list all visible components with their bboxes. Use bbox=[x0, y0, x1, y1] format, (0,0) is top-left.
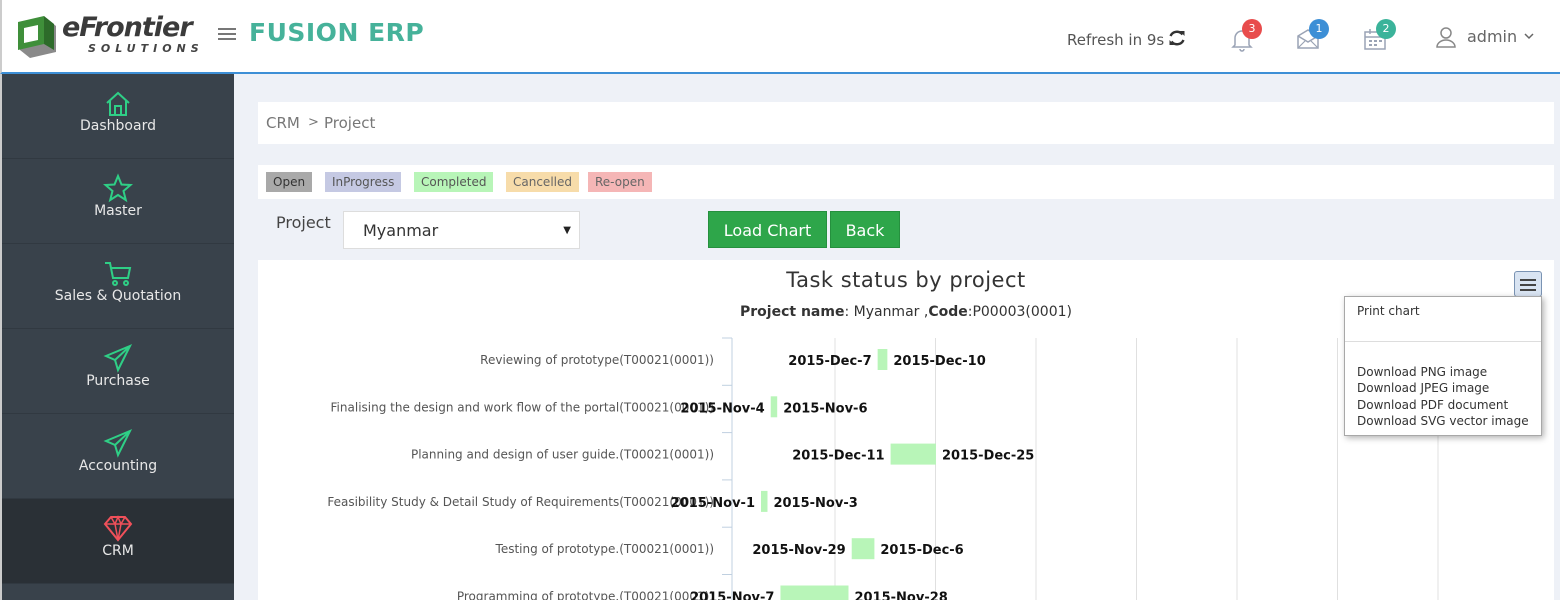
sidebar-item-label: Master bbox=[94, 203, 142, 219]
paper-plane-icon bbox=[103, 344, 133, 373]
load-chart-button[interactable]: Load Chart bbox=[708, 211, 827, 248]
sidebar: Dashboard Master Sales & Quotation Purch… bbox=[0, 74, 234, 600]
gantt-bar bbox=[761, 490, 768, 512]
task-badge: 2 bbox=[1376, 19, 1396, 39]
refresh-countdown: Refresh in 9s bbox=[1067, 31, 1165, 49]
breadcrumb: CRM > Project bbox=[258, 102, 1554, 144]
gantt-bar bbox=[851, 538, 875, 560]
sidebar-item-purchase[interactable]: Purchase bbox=[2, 329, 234, 414]
gantt-bar bbox=[770, 396, 778, 418]
sidebar-item-sales[interactable]: Sales & Quotation bbox=[2, 244, 234, 329]
end-date-label: 2015-Nov-28 bbox=[854, 591, 947, 600]
cart-icon bbox=[105, 262, 132, 286]
breadcrumb-project: Project bbox=[324, 114, 376, 132]
diamond-icon bbox=[103, 515, 133, 542]
caret-down-icon: ▼ bbox=[563, 225, 571, 236]
task-label: Feasibility Study & Detail Study of Requ… bbox=[327, 495, 714, 509]
start-date-label: 2015-Nov-29 bbox=[752, 543, 845, 558]
logo-subtext: SOLUTIONS bbox=[88, 42, 204, 55]
sidebar-item-label: CRM bbox=[102, 543, 134, 559]
sidebar-item-master[interactable]: Master bbox=[2, 159, 234, 244]
legend-completed: Completed bbox=[414, 172, 494, 192]
user-icon[interactable] bbox=[1435, 26, 1457, 48]
end-date-label: 2015-Dec-10 bbox=[893, 354, 985, 369]
download-pdf-item[interactable]: Download PDF document bbox=[1357, 398, 1508, 412]
start-date-label: 2015-Nov-1 bbox=[671, 496, 755, 511]
legend-cancelled: Cancelled bbox=[506, 172, 579, 192]
sidebar-item-accounting[interactable]: Accounting bbox=[2, 414, 234, 499]
top-header: eFrontier SOLUTIONS FUSION ERP Refresh i… bbox=[0, 0, 1560, 74]
download-jpeg-item[interactable]: Download JPEG image bbox=[1357, 381, 1489, 395]
project-select[interactable]: Myanmar ▼ bbox=[343, 211, 580, 249]
chart-export-menu: Print chart Download PNG image Download … bbox=[1344, 296, 1542, 436]
gantt-bar bbox=[780, 585, 849, 600]
task-label: Planning and design of user guide.(T0002… bbox=[411, 448, 714, 462]
end-date-label: 2015-Nov-6 bbox=[783, 401, 867, 416]
user-name[interactable]: admin bbox=[1467, 27, 1517, 46]
task-label: Programming of prototype.(T00021(0001)) bbox=[457, 590, 714, 600]
download-png-item[interactable]: Download PNG image bbox=[1357, 365, 1487, 379]
task-label: Testing of prototype.(T00021(0001)) bbox=[495, 542, 714, 556]
sidebar-item-label: Dashboard bbox=[80, 118, 156, 134]
refresh-icon[interactable] bbox=[1167, 28, 1187, 48]
gantt-bar bbox=[877, 349, 888, 370]
breadcrumb-crm[interactable]: CRM bbox=[266, 114, 300, 132]
start-date-label: 2015-Nov-7 bbox=[690, 591, 774, 600]
start-date-label: 2015-Dec-11 bbox=[792, 449, 884, 464]
sidebar-item-crm[interactable]: CRM bbox=[2, 499, 234, 584]
download-svg-item[interactable]: Download SVG vector image bbox=[1357, 414, 1529, 428]
chevron-down-icon[interactable] bbox=[1523, 31, 1535, 41]
end-date-label: 2015-Nov-3 bbox=[773, 496, 857, 511]
menu-divider bbox=[1345, 341, 1541, 342]
logo-cube-icon bbox=[18, 16, 56, 58]
end-date-label: 2015-Dec-25 bbox=[942, 449, 1034, 464]
message-badge: 1 bbox=[1309, 19, 1329, 39]
project-label: Project bbox=[276, 213, 331, 232]
task-label: Reviewing of prototype(T00021(0001)) bbox=[480, 353, 714, 367]
task-label: Finalising the design and work flow of t… bbox=[331, 400, 714, 414]
status-legend: Open InProgress Completed Cancelled Re-o… bbox=[258, 165, 1554, 199]
legend-inprogress: InProgress bbox=[325, 172, 402, 192]
sidebar-item-label: Accounting bbox=[78, 458, 158, 474]
sidebar-item-label: Sales & Quotation bbox=[54, 288, 182, 304]
back-button[interactable]: Back bbox=[830, 211, 900, 248]
company-logo[interactable]: eFrontier SOLUTIONS bbox=[16, 12, 212, 64]
print-chart-item[interactable]: Print chart bbox=[1357, 304, 1420, 318]
sidebar-item-dashboard[interactable]: Dashboard bbox=[2, 74, 234, 159]
end-date-label: 2015-Dec-6 bbox=[880, 543, 963, 558]
legend-open: Open bbox=[266, 172, 313, 192]
home-icon bbox=[106, 91, 130, 116]
menu-toggle-icon[interactable] bbox=[218, 28, 236, 42]
app-brand: FUSION ERP bbox=[249, 18, 425, 47]
star-icon bbox=[103, 173, 133, 203]
project-select-value: Myanmar bbox=[363, 221, 439, 240]
notification-badge: 3 bbox=[1242, 19, 1262, 39]
legend-reopen: Re-open bbox=[588, 172, 652, 192]
start-date-label: 2015-Dec-7 bbox=[788, 354, 871, 369]
gantt-bar bbox=[890, 443, 936, 465]
breadcrumb-separator: > bbox=[308, 115, 319, 130]
logo-text: eFrontier bbox=[62, 12, 193, 43]
paper-plane-icon bbox=[103, 429, 133, 458]
sidebar-item-label: Purchase bbox=[86, 373, 150, 389]
start-date-label: 2015-Nov-4 bbox=[680, 401, 764, 416]
